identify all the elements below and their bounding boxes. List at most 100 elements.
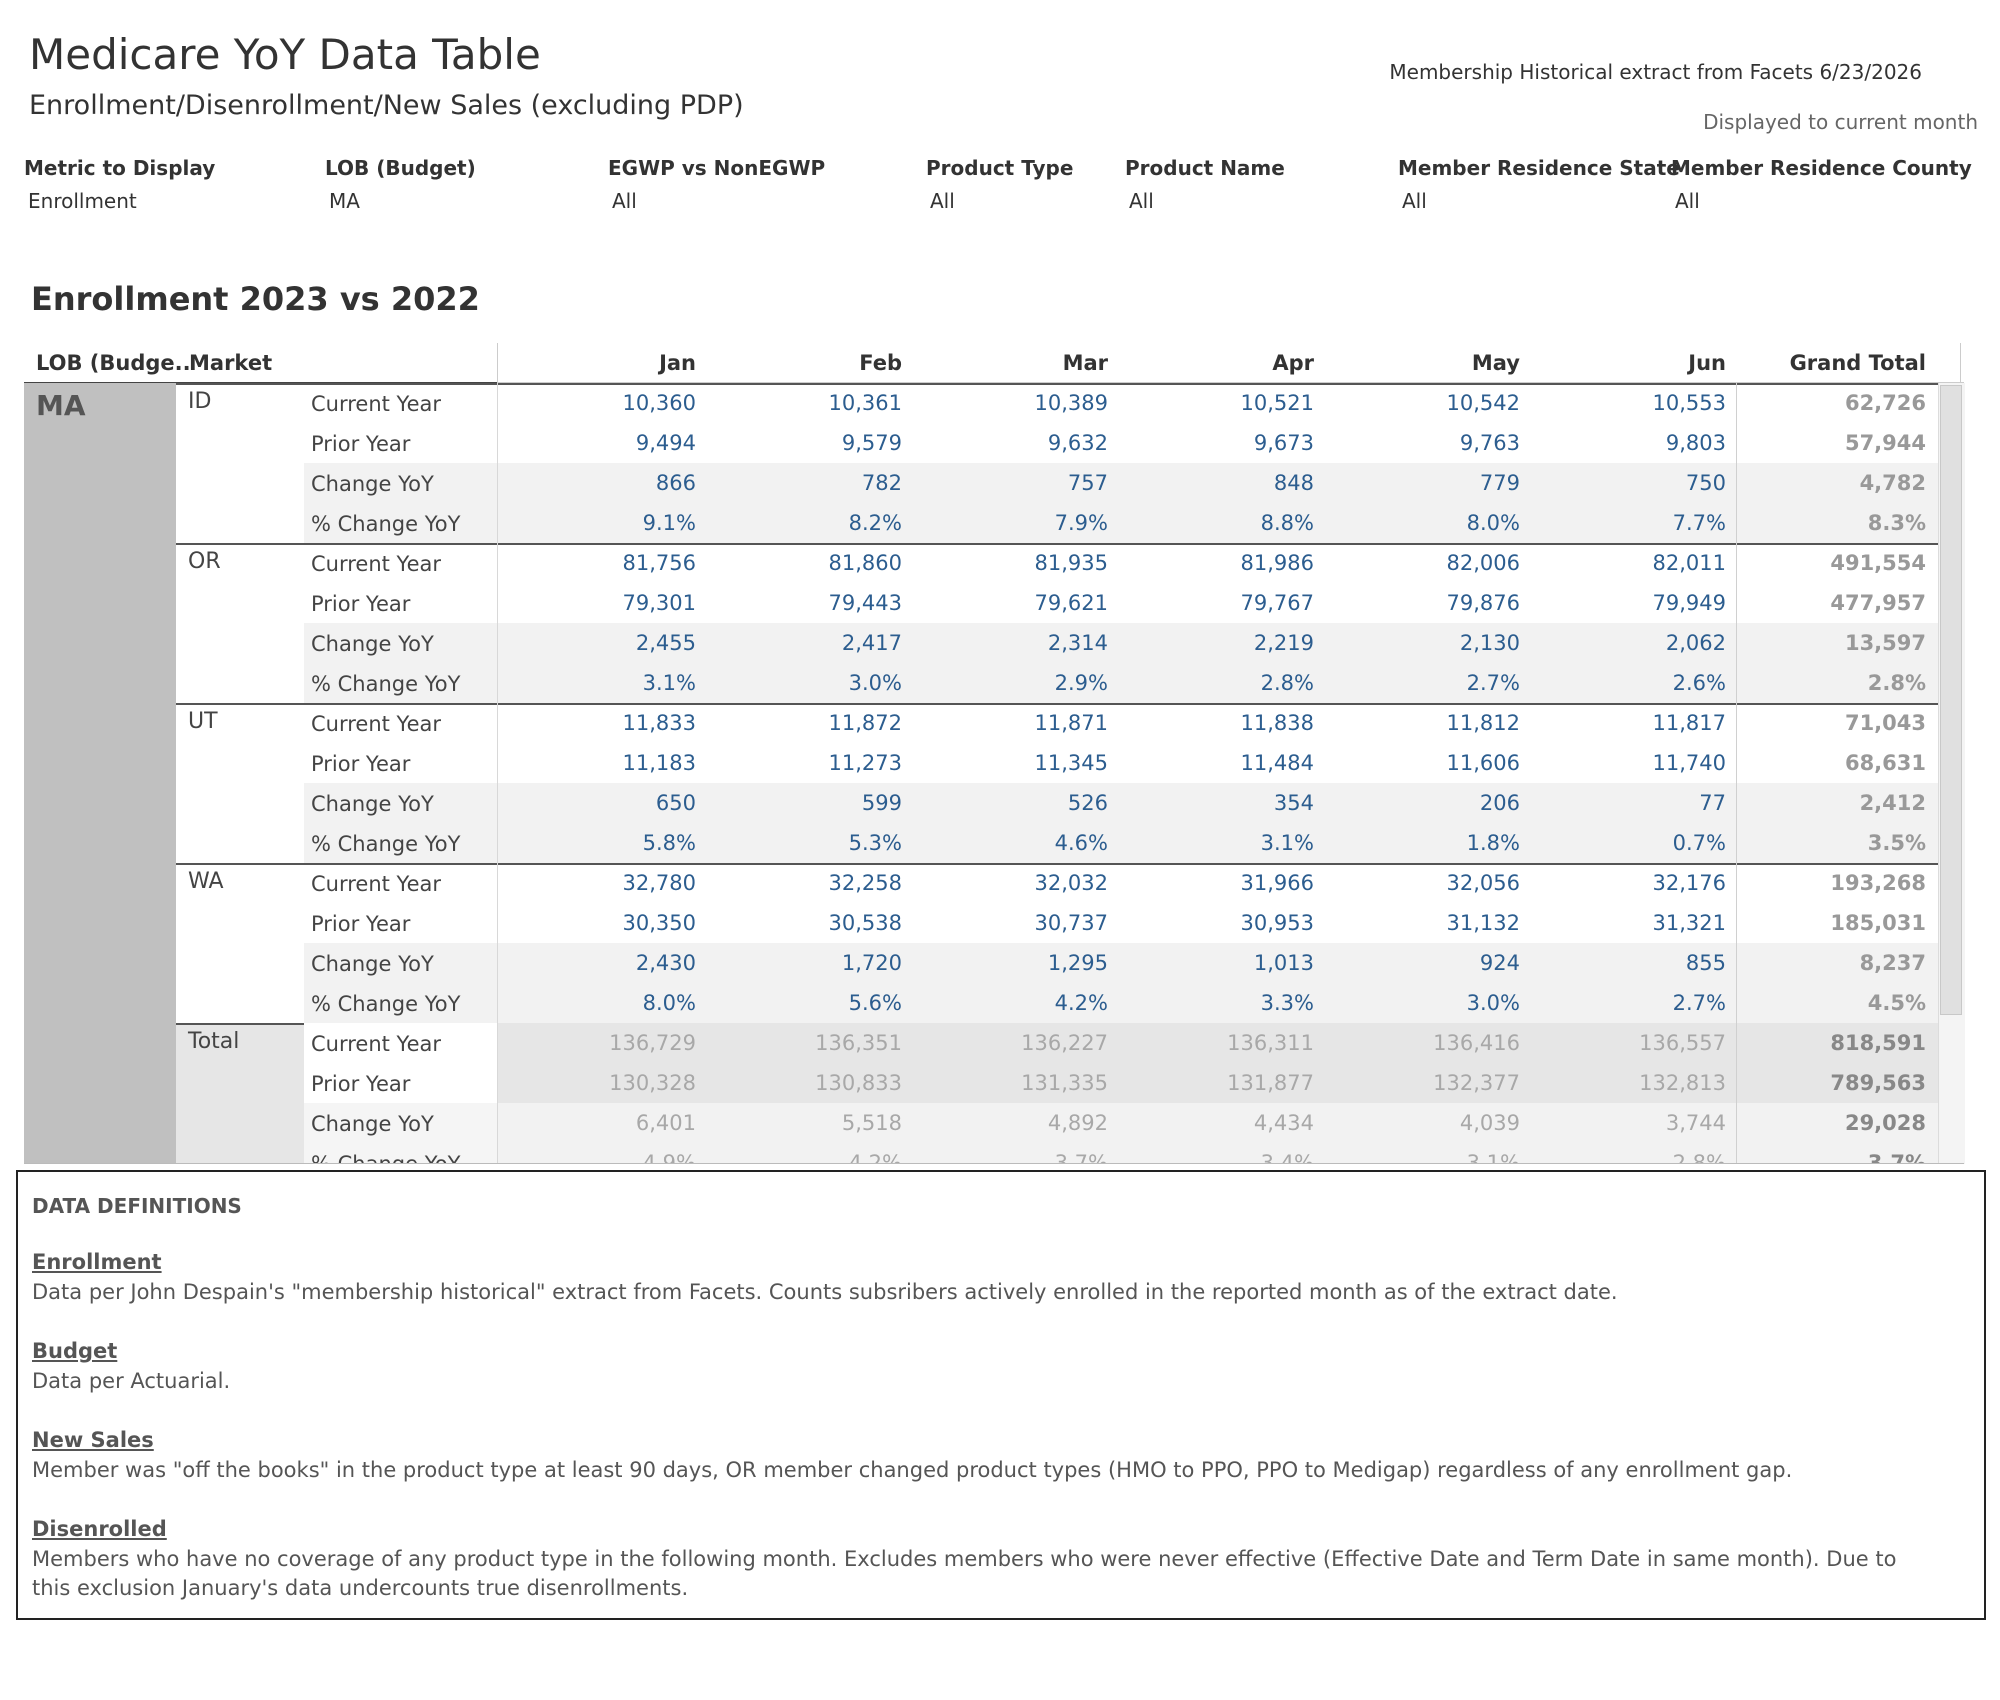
grand-total-cell[interactable]: 2.8% [1746,663,1926,703]
table-row[interactable]: Change YoY 6,401 5,518 4,892 4,434 4,039 3,744… [304,1103,1964,1143]
table-cell[interactable]: 2,219 [1124,623,1314,663]
column-header-may[interactable]: May [1322,343,1520,383]
table-cell[interactable]: 136,311 [1124,1023,1314,1063]
table-cell[interactable]: 1,013 [1124,943,1314,983]
table-row[interactable]: Current Year 11,833 11,872 11,871 11,838 11,8… [304,703,1964,743]
table-cell[interactable]: 32,056 [1330,863,1520,903]
table-cell[interactable]: 3.0% [712,663,902,703]
table-cell[interactable]: 855 [1536,943,1726,983]
grand-total-cell[interactable]: 789,563 [1746,1063,1926,1103]
table-cell[interactable]: 11,812 [1330,703,1520,743]
table-cell[interactable]: 8.2% [712,503,902,543]
market-label[interactable]: UT [188,709,218,734]
grand-total-cell[interactable]: 4.5% [1746,983,1926,1023]
table-cell[interactable]: 136,416 [1330,1023,1520,1063]
table-cell[interactable]: 206 [1330,783,1520,823]
table-cell[interactable]: 5,518 [712,1103,902,1143]
table-cell[interactable]: 4,892 [918,1103,1108,1143]
table-cell[interactable]: 2.7% [1330,663,1520,703]
table-cell[interactable]: 11,740 [1536,743,1726,783]
table-cell[interactable]: 3.1% [1330,1143,1520,1164]
table-cell[interactable]: 4,434 [1124,1103,1314,1143]
column-header-mar[interactable]: Mar [910,343,1108,383]
table-cell[interactable]: 1.8% [1330,823,1520,863]
table-cell[interactable]: 32,258 [712,863,902,903]
table-cell[interactable]: 9,494 [506,423,696,463]
table-row[interactable]: Change YoY 866 782 757 848 779 750 4,782 [304,463,1964,503]
table-cell[interactable]: 8.8% [1124,503,1314,543]
table-cell[interactable]: 11,838 [1124,703,1314,743]
table-cell[interactable]: 9,673 [1124,423,1314,463]
table-row[interactable]: Prior Year 11,183 11,273 11,345 11,484 11,606… [304,743,1964,783]
table-cell[interactable]: 30,538 [712,903,902,943]
table-row[interactable]: Change YoY 2,430 1,720 1,295 1,013 924 855 8,23… [304,943,1964,983]
column-header-jun[interactable]: Jun [1528,343,1726,383]
grand-total-cell[interactable]: 57,944 [1746,423,1926,463]
table-cell[interactable]: 2,455 [506,623,696,663]
table-cell[interactable]: 9.1% [506,503,696,543]
grand-total-cell[interactable]: 8,237 [1746,943,1926,983]
table-cell[interactable]: 1,720 [712,943,902,983]
table-cell[interactable]: 10,361 [712,383,902,423]
table-cell[interactable]: 5.3% [712,823,902,863]
column-header-market[interactable]: Market [189,343,272,383]
grand-total-cell[interactable]: 68,631 [1746,743,1926,783]
table-cell[interactable]: 2.8% [1536,1143,1726,1164]
table-cell[interactable]: 79,443 [712,583,902,623]
table-cell[interactable]: 2.7% [1536,983,1726,1023]
table-cell[interactable]: 10,553 [1536,383,1726,423]
table-cell[interactable]: 4,039 [1330,1103,1520,1143]
table-cell[interactable]: 31,132 [1330,903,1520,943]
grand-total-cell[interactable]: 3.5% [1746,823,1926,863]
table-cell[interactable]: 4.2% [712,1143,902,1164]
filter-metric-value[interactable]: Enrollment [24,189,215,213]
table-cell[interactable]: 79,301 [506,583,696,623]
table-cell[interactable]: 2.6% [1536,663,1726,703]
table-cell[interactable]: 131,877 [1124,1063,1314,1103]
table-cell[interactable]: 30,953 [1124,903,1314,943]
table-row[interactable]: % Change YoY 3.1% 3.0% 2.9% 2.8% 2.7% 2.6% 2.8% [304,663,1964,703]
table-cell[interactable]: 9,803 [1536,423,1726,463]
table-cell[interactable]: 5.8% [506,823,696,863]
table-cell[interactable]: 11,871 [918,703,1108,743]
market-label[interactable]: Total [188,1029,239,1054]
column-header-jan[interactable]: Jan [498,343,696,383]
table-cell[interactable]: 8.0% [506,983,696,1023]
grand-total-cell[interactable]: 62,726 [1746,383,1926,423]
table-row[interactable]: % Change YoY 9.1% 8.2% 7.9% 8.8% 8.0% 7.7% 8.3% [304,503,1964,543]
market-label[interactable]: WA [188,869,224,894]
table-cell[interactable]: 79,621 [918,583,1108,623]
grand-total-cell[interactable]: 818,591 [1746,1023,1926,1063]
table-cell[interactable]: 11,484 [1124,743,1314,783]
table-cell[interactable]: 3.1% [1124,823,1314,863]
table-cell[interactable]: 2.8% [1124,663,1314,703]
table-cell[interactable]: 11,273 [712,743,902,783]
table-cell[interactable]: 11,872 [712,703,902,743]
table-cell[interactable]: 750 [1536,463,1726,503]
table-cell[interactable]: 4.2% [918,983,1108,1023]
table-cell[interactable]: 650 [506,783,696,823]
table-cell[interactable]: 2,417 [712,623,902,663]
table-cell[interactable]: 79,767 [1124,583,1314,623]
table-cell[interactable]: 848 [1124,463,1314,503]
grand-total-cell[interactable]: 193,268 [1746,863,1926,903]
grand-total-cell[interactable]: 29,028 [1746,1103,1926,1143]
table-row[interactable]: Change YoY 650 599 526 354 206 77 2,412 [304,783,1964,823]
table-cell[interactable]: 10,542 [1330,383,1520,423]
table-cell[interactable]: 3.0% [1330,983,1520,1023]
table-row[interactable]: % Change YoY 5.8% 5.3% 4.6% 3.1% 1.8% 0.7% 3.5% [304,823,1964,863]
filter-product-name-value[interactable]: All [1125,189,1285,213]
table-cell[interactable]: 9,579 [712,423,902,463]
table-cell[interactable]: 30,737 [918,903,1108,943]
table-cell[interactable]: 132,813 [1536,1063,1726,1103]
table-cell[interactable]: 8.0% [1330,503,1520,543]
table-cell[interactable]: 2,314 [918,623,1108,663]
table-row[interactable]: Current Year 32,780 32,258 32,032 31,966 32,0… [304,863,1964,903]
table-cell[interactable]: 9,763 [1330,423,1520,463]
filter-residence-county-value[interactable]: All [1671,189,1972,213]
table-cell[interactable]: 81,935 [918,543,1108,583]
table-cell[interactable]: 31,966 [1124,863,1314,903]
table-cell[interactable]: 79,876 [1330,583,1520,623]
market-label[interactable]: OR [188,549,221,574]
grand-total-cell[interactable]: 8.3% [1746,503,1926,543]
